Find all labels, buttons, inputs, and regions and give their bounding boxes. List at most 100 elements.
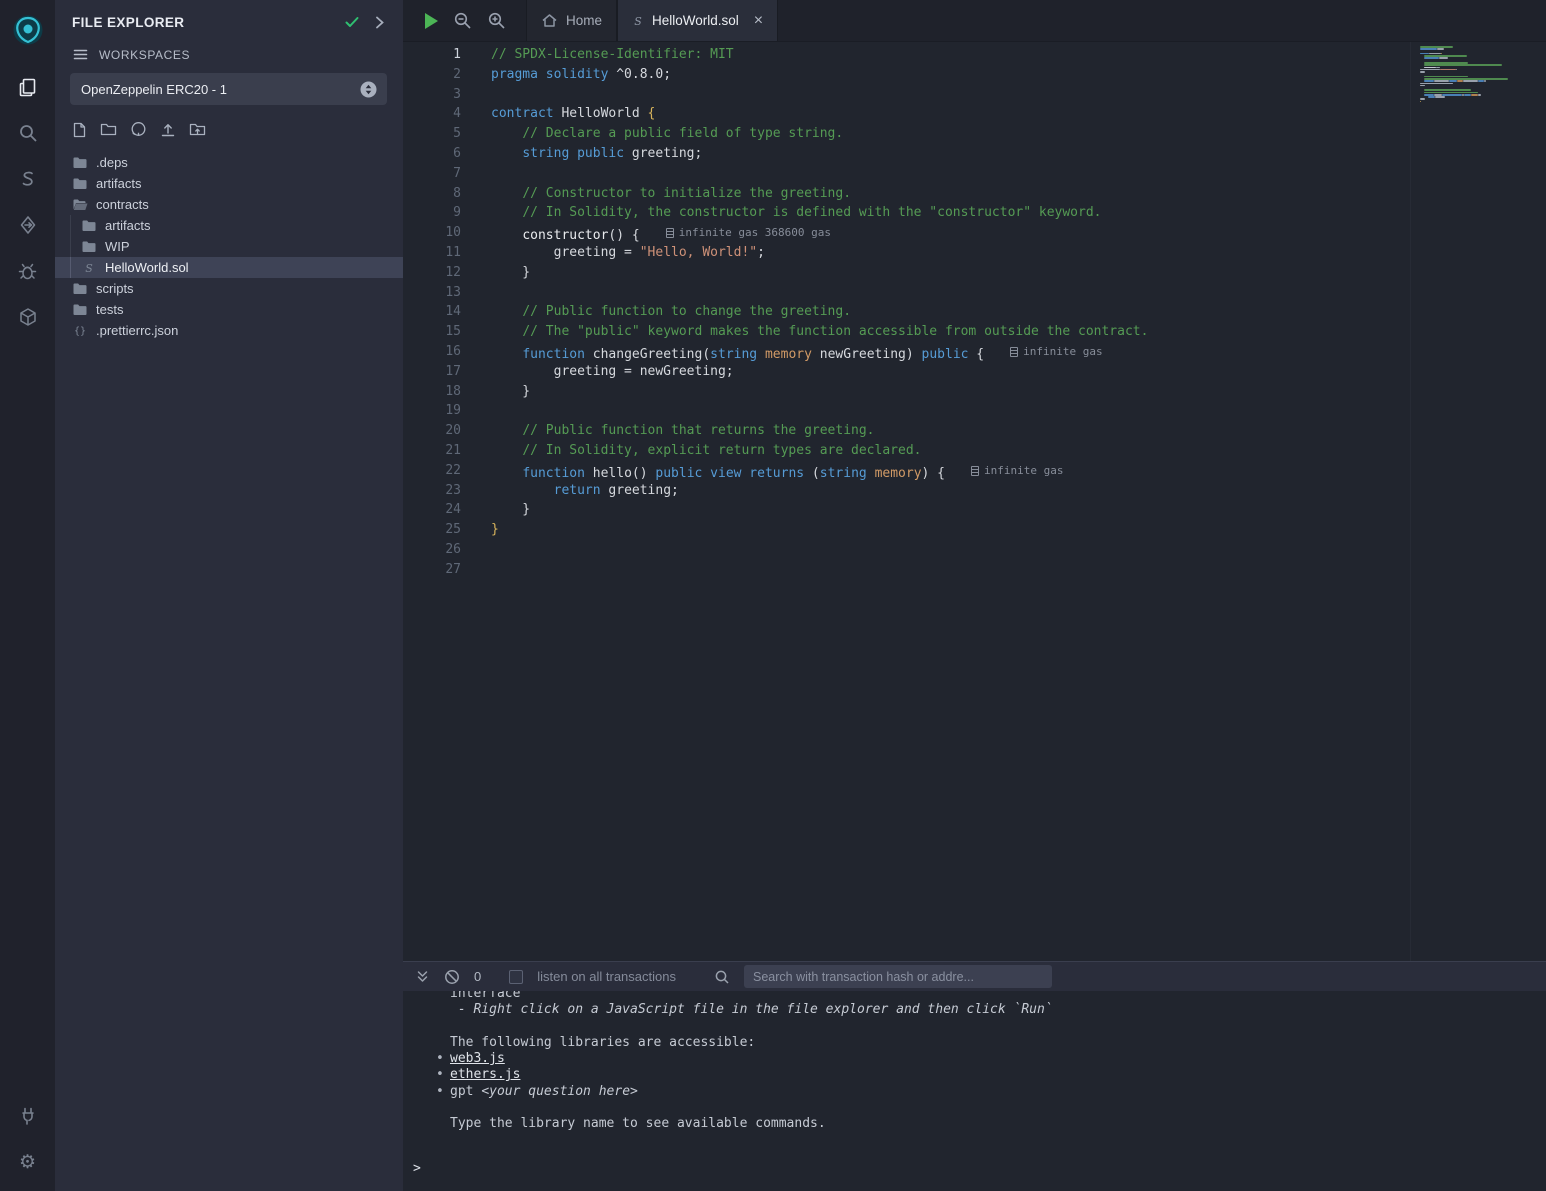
run-script-button[interactable] [425, 13, 438, 29]
tab-home[interactable]: Home [526, 0, 617, 41]
workspace-select[interactable]: OpenZeppelin ERC20 - 1 [70, 73, 387, 105]
collapse-terminal-icon[interactable] [415, 969, 430, 984]
code-line: 9 // In Solidity, the constructor is def… [403, 203, 1546, 223]
transaction-count: 0 [474, 969, 481, 984]
debugger-icon[interactable] [0, 248, 55, 294]
code-text: } [491, 263, 530, 283]
code-line: 1// SPDX-License-Identifier: MIT [403, 45, 1546, 65]
line-number: 6 [403, 144, 461, 164]
terminal-line: Type the library name to see available c… [403, 1116, 1546, 1132]
activity-bar: ⚙ [0, 0, 55, 1191]
terminal-line: The following libraries are accessible: [403, 1035, 1546, 1051]
code-line: 18 } [403, 382, 1546, 402]
terminal-text: gpt [450, 1084, 481, 1099]
line-number: 15 [403, 322, 461, 342]
folder-icon [81, 220, 97, 232]
search-icon[interactable] [0, 110, 55, 156]
code-line: 23 return greeting; [403, 481, 1546, 501]
zoom-out-icon[interactable] [453, 11, 472, 30]
code-text: pragma solidity ^0.8.0; [491, 65, 671, 85]
terminal-line: ethers.js [403, 1067, 1546, 1083]
line-number: 16 [403, 342, 461, 362]
tab-helloworld-sol[interactable]: SHelloWorld.sol× [617, 0, 778, 41]
line-number: 24 [403, 500, 461, 520]
plugin-manager-icon[interactable] [0, 294, 55, 340]
terminal-link[interactable]: ethers.js [450, 1067, 520, 1082]
json-icon: {} [72, 324, 88, 337]
terminal-line [403, 1100, 1546, 1116]
terminal-search-input[interactable] [744, 965, 1052, 988]
workspaces-row: WORKSPACES [55, 38, 403, 69]
deploy-run-icon[interactable] [0, 202, 55, 248]
tab-label: HelloWorld.sol [652, 13, 739, 28]
close-tab-icon[interactable]: × [754, 13, 763, 29]
chevron-right-icon[interactable] [372, 15, 387, 30]
code-line: 21 // In Solidity, explicit return types… [403, 441, 1546, 461]
code-text: // Public function that returns the gree… [491, 421, 875, 441]
tree-item-tests[interactable]: tests [55, 299, 403, 320]
gas-icon [1010, 347, 1018, 357]
folder-icon [72, 178, 88, 190]
listen-transactions-checkbox[interactable] [509, 970, 523, 984]
tree-item-artifacts[interactable]: artifacts [55, 215, 403, 236]
terminal-line: web3.js [403, 1051, 1546, 1067]
terminal-text: - Right click on a JavaScript file in th… [450, 1002, 1053, 1017]
line-number: 11 [403, 243, 461, 263]
line-number: 8 [403, 184, 461, 204]
code-area[interactable]: 1// SPDX-License-Identifier: MIT2pragma … [403, 42, 1546, 580]
code-editor[interactable]: 1// SPDX-License-Identifier: MIT2pragma … [403, 42, 1546, 961]
terminal-toolbar: 0 listen on all transactions [403, 962, 1546, 991]
line-number: 26 [403, 540, 461, 560]
code-text: greeting = newGreeting; [491, 362, 734, 382]
code-text: } [491, 382, 530, 402]
tree-item-wip[interactable]: WIP [55, 236, 403, 257]
code-line: 10 constructor() {infinite gas 368600 ga… [403, 223, 1546, 243]
terminal-link[interactable]: web3.js [450, 1051, 505, 1066]
tree-item-prettierrc-json[interactable]: {}.prettierrc.json [55, 320, 403, 341]
new-folder-icon[interactable] [100, 122, 117, 137]
workspace-switch-icon[interactable] [360, 81, 377, 98]
code-text: contract HelloWorld { [491, 104, 655, 124]
minimap-line [1420, 64, 1516, 66]
upload-file-icon[interactable] [160, 122, 176, 138]
line-number: 21 [403, 441, 461, 461]
menu-icon[interactable] [72, 46, 89, 63]
gas-estimate-badge: infinite gas [1010, 342, 1102, 362]
zoom-in-icon[interactable] [487, 11, 506, 30]
clear-console-icon[interactable] [444, 969, 460, 985]
terminal-search-icon[interactable] [714, 969, 730, 985]
terminal-line: interface [403, 991, 1546, 1002]
new-file-icon[interactable] [72, 122, 87, 138]
line-number: 25 [403, 520, 461, 540]
tree-item-scripts[interactable]: scripts [55, 278, 403, 299]
terminal-output[interactable]: interface - Right click on a JavaScript … [403, 991, 1546, 1191]
minimap-line [1420, 105, 1516, 107]
code-line: 11 greeting = "Hello, World!"; [403, 243, 1546, 263]
tree-item-deps[interactable]: .deps [55, 152, 403, 173]
line-number: 12 [403, 263, 461, 283]
accept-check-icon[interactable] [344, 14, 360, 30]
code-text: // SPDX-License-Identifier: MIT [491, 45, 734, 65]
clone-github-icon[interactable] [130, 121, 147, 138]
code-text: function hello() public view returns (st… [491, 461, 1064, 481]
plugin-connector-icon[interactable] [0, 1093, 55, 1139]
remix-logo-icon[interactable] [0, 8, 55, 52]
code-text: } [491, 500, 530, 520]
terminal-prompt[interactable]: > [403, 1161, 1546, 1177]
solidity-compiler-icon[interactable] [0, 156, 55, 202]
line-number: 20 [403, 421, 461, 441]
tree-item-contracts[interactable]: contracts [55, 194, 403, 215]
code-line: 20 // Public function that returns the g… [403, 421, 1546, 441]
code-text: // In Solidity, explicit return types ar… [491, 441, 921, 461]
settings-icon[interactable]: ⚙ [0, 1139, 55, 1185]
upload-folder-icon[interactable] [189, 122, 206, 137]
editor-tabs: HomeSHelloWorld.sol× [526, 0, 778, 41]
workspaces-label: WORKSPACES [99, 48, 190, 62]
tree-item-artifacts[interactable]: artifacts [55, 173, 403, 194]
minimap[interactable] [1420, 46, 1516, 108]
line-number: 17 [403, 362, 461, 382]
editor-scrollbar-gutter[interactable] [1410, 42, 1546, 961]
tree-item-helloworld-sol[interactable]: SHelloWorld.sol [55, 257, 403, 278]
code-line: 14 // Public function to change the gree… [403, 302, 1546, 322]
file-explorer-icon[interactable] [0, 64, 55, 110]
